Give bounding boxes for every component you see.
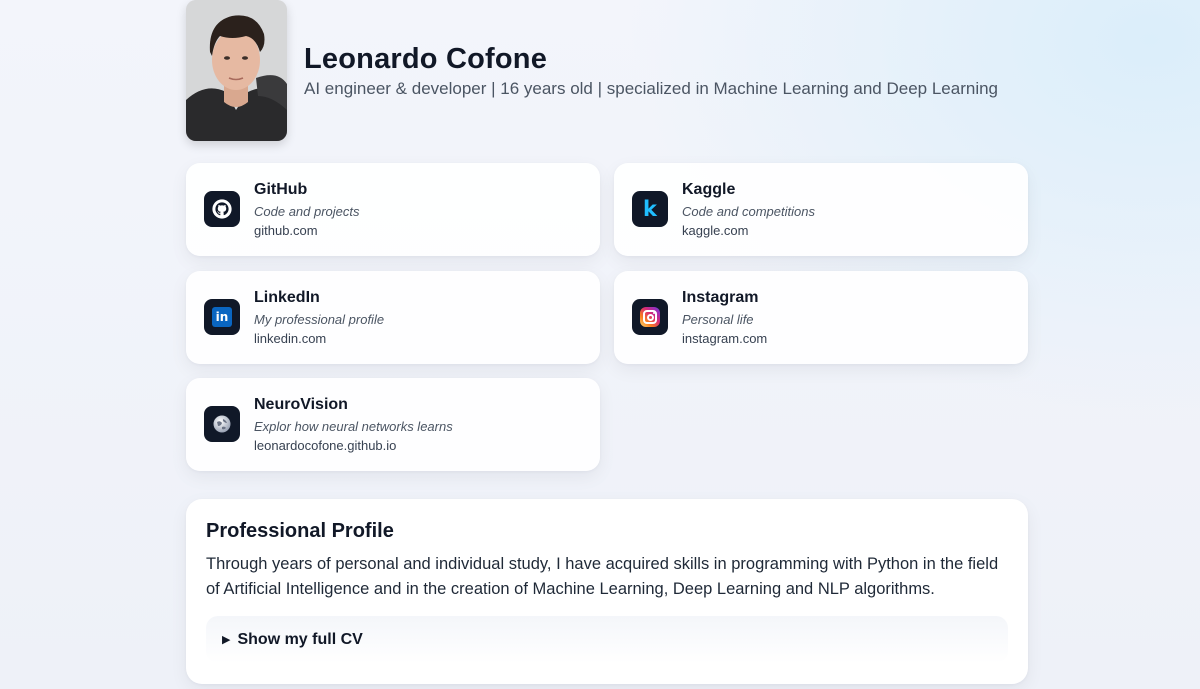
triangle-right-icon: ▶ xyxy=(222,634,231,646)
show-cv-label: Show my full CV xyxy=(237,630,363,648)
link-card-neurovision[interactable]: NeuroVision Explor how neural networks l… xyxy=(186,378,600,471)
link-description: Code and competitions xyxy=(682,204,815,219)
github-icon xyxy=(204,191,240,227)
link-url: github.com xyxy=(254,223,318,238)
profile-photo-image xyxy=(186,0,287,141)
profile-tagline: AI engineer & developer | 16 years old |… xyxy=(304,79,999,98)
link-url: instagram.com xyxy=(682,331,768,346)
link-title: GitHub xyxy=(254,181,308,198)
link-url: linkedin.com xyxy=(254,331,327,346)
profile-name: Leonardo Cofone xyxy=(304,43,548,75)
link-url: kaggle.com xyxy=(682,223,749,238)
page-container: Leonardo Cofone AI engineer & developer … xyxy=(186,0,1028,684)
profile-photo xyxy=(186,0,287,141)
link-card-kaggle[interactable]: k Kaggle Code and competitions kaggle.co… xyxy=(614,163,1028,256)
link-title: Instagram xyxy=(682,289,759,306)
link-title: Kaggle xyxy=(682,181,736,198)
globe-icon xyxy=(204,406,240,442)
link-card-linkedin[interactable]: in LinkedIn My professional profile link… xyxy=(186,271,600,364)
show-cv-toggle[interactable]: ▶ Show my full CV xyxy=(206,616,1008,663)
professional-profile-section: Professional Profile Through years of pe… xyxy=(186,499,1028,684)
link-description: My professional profile xyxy=(254,312,385,327)
link-card-instagram[interactable]: Instagram Personal life instagram.com xyxy=(614,271,1028,364)
profile-summary: Through years of personal and individual… xyxy=(206,555,999,598)
profile-header: Leonardo Cofone AI engineer & developer … xyxy=(186,0,1028,141)
link-description: Code and projects xyxy=(254,204,360,219)
link-description: Personal life xyxy=(682,312,754,327)
instagram-icon xyxy=(632,299,668,335)
link-url: leonardocofone.github.io xyxy=(254,438,397,453)
linkedin-icon: in xyxy=(204,299,240,335)
link-description: Explor how neural networks learns xyxy=(254,419,453,434)
kaggle-icon: k xyxy=(632,191,668,227)
link-title: NeuroVision xyxy=(254,396,348,413)
link-card-github[interactable]: GitHub Code and projects github.com xyxy=(186,163,600,256)
section-heading: Professional Profile xyxy=(206,520,394,542)
link-title: LinkedIn xyxy=(254,289,320,306)
